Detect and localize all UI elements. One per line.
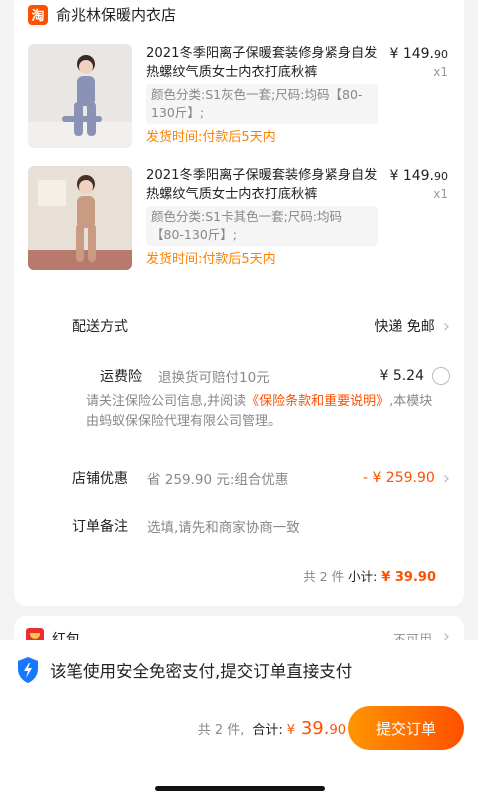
product-title[interactable]: 2021冬季阳离子保暖套装修身紧身自发热螺纹气质女士内衣打底秋裤 (146, 44, 386, 82)
product-qty: x1 (433, 187, 448, 201)
secure-pay-text: 该笔使用安全免密支付,提交订单直接支付 (50, 662, 353, 681)
product-sku[interactable]: 颜色分类:S1卡其色一套;尺码:均码【80-130斤】; (146, 206, 378, 246)
total-cents: 90 (329, 723, 346, 738)
order-note-input[interactable]: 选填,请先和商家协商一致 (147, 516, 450, 536)
total-currency: ¥ (286, 723, 296, 738)
product-thumbnail[interactable] (28, 166, 132, 270)
insurance-notice: 请关注保险公司信息,并阅读《保险条款和重要说明》,本模块由蚂蚁保保险代理有限公司… (86, 392, 436, 432)
shop-discount-row[interactable]: 店铺优惠 省 259.90 元:组合优惠 - ¥ 259.90 › (72, 464, 450, 492)
delivery-method: 快递 免邮 (374, 319, 435, 335)
total-label: 合计: (252, 723, 283, 738)
radio-icon[interactable] (432, 367, 450, 385)
taobao-logo-icon: 淘 (28, 4, 48, 25)
product-price: ¥ 149.90 (389, 46, 448, 62)
submit-order-button[interactable]: 提交订单 (348, 706, 464, 750)
shield-icon (18, 657, 38, 683)
insurance-row[interactable]: 运费险 退换货可赔付10元 ¥ 5.24 (72, 362, 450, 390)
total-count: 共 2 件, (197, 723, 245, 738)
subtotal-count: 共 2 件 (303, 569, 345, 584)
product-title[interactable]: 2021冬季阳离子保暖套装修身紧身自发热螺纹气质女士内衣打底秋裤 (146, 166, 386, 204)
checkout-bar: 该笔使用安全免密支付,提交订单直接支付 共 2 件, 合计: ¥ 39.90 提… (0, 640, 478, 800)
insurance-value[interactable]: ¥ 5.24 (379, 367, 450, 385)
chevron-right-icon: › (442, 315, 450, 337)
chevron-right-icon: › (442, 467, 450, 489)
price-main: ¥ 149. (389, 46, 434, 62)
insurance-desc: 退换货可赔付10元 (158, 370, 270, 386)
ship-time: 发货时间:付款后5天内 (146, 252, 276, 267)
price-cents: 90 (434, 48, 448, 61)
subtotal-amount: ¥ 39.90 (381, 570, 436, 585)
subtotal-label: 小计: (348, 569, 378, 584)
shop-discount-desc: 省 259.90 元:组合优惠 (147, 472, 289, 488)
delivery-row[interactable]: 配送方式 快递 免邮 › (72, 312, 450, 340)
total-main: 39. (300, 718, 330, 739)
order-note-label: 订单备注 (72, 519, 128, 535)
insurance-price: ¥ 5.24 (379, 368, 424, 384)
price-cents: 90 (434, 170, 448, 183)
product-sku[interactable]: 颜色分类:S1灰色一套;尺码:均码【80-130斤】; (146, 84, 378, 124)
product-item[interactable]: 2021冬季阳离子保暖套装修身紧身自发热螺纹气质女士内衣打底秋裤 ¥ 149.9… (28, 166, 464, 286)
secure-pay-notice: 该笔使用安全免密支付,提交订单直接支付 (16, 656, 352, 684)
shop-discount-label: 店铺优惠 (72, 471, 128, 487)
delivery-label: 配送方式 (72, 319, 128, 335)
product-qty: x1 (433, 65, 448, 79)
total-amount: ¥ 39.90 (287, 718, 346, 739)
delivery-value[interactable]: 快递 免邮 › (374, 316, 450, 337)
notice-prefix: 请关注保险公司信息,并阅读 (86, 394, 247, 409)
shop-name[interactable]: 俞兆林保暖内衣店 (56, 4, 176, 25)
ship-time: 发货时间:付款后5天内 (146, 130, 276, 145)
home-indicator[interactable] (155, 786, 325, 791)
shop-header[interactable]: 淘 俞兆林保暖内衣店 (28, 4, 176, 25)
order-card: 淘 俞兆林保暖内衣店 2021冬季阳离子保暖套装修身紧身自发热螺纹气质女士内衣打… (14, 0, 464, 606)
order-total: 共 2 件, 合计: ¥ 39.90 (198, 718, 346, 739)
subtotal: 共 2 件 小计: ¥ 39.90 (303, 566, 436, 585)
product-thumbnail[interactable] (28, 44, 132, 148)
discount-amount: - ¥ 259.90 (362, 470, 435, 486)
product-price: ¥ 149.90 (389, 168, 448, 184)
insurance-terms-link[interactable]: 《保险条款和重要说明》 (246, 394, 389, 409)
price-main: ¥ 149. (389, 168, 434, 184)
order-note-row[interactable]: 订单备注 选填,请先和商家协商一致 (72, 512, 450, 540)
shop-discount-value[interactable]: - ¥ 259.90 › (363, 468, 450, 489)
insurance-label: 运费险 (100, 369, 142, 385)
product-item[interactable]: 2021冬季阳离子保暖套装修身紧身自发热螺纹气质女士内衣打底秋裤 ¥ 149.9… (28, 44, 464, 164)
